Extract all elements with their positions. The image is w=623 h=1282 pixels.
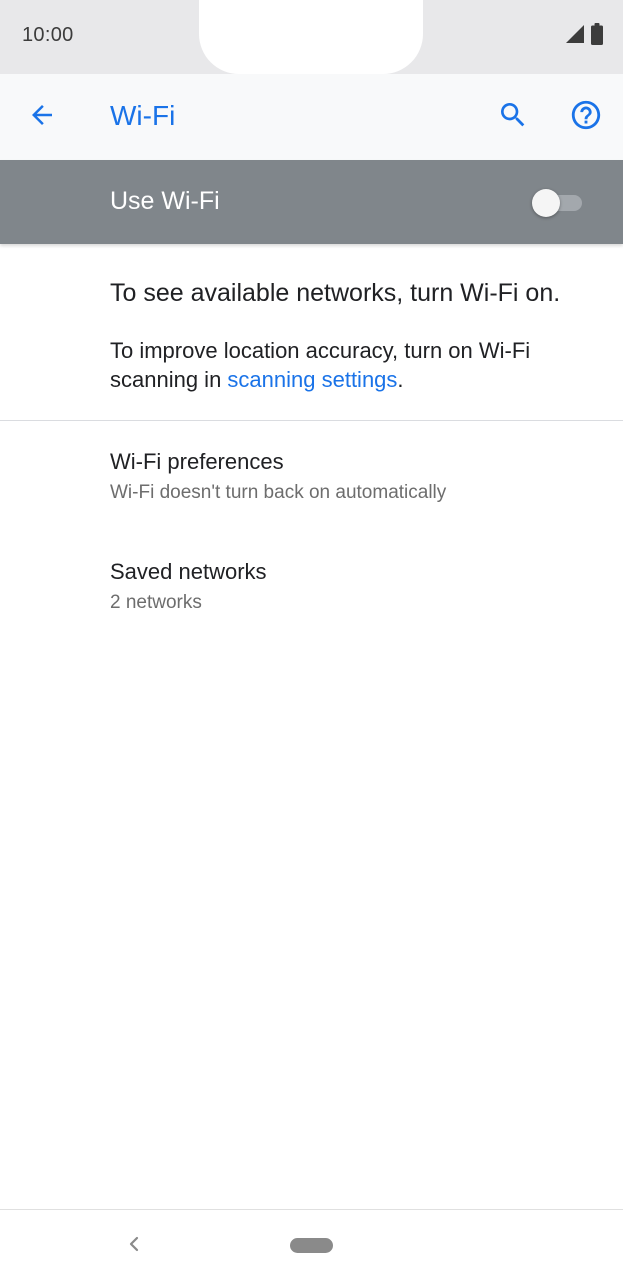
arrow-back-icon [27, 100, 57, 135]
back-button[interactable] [20, 95, 64, 139]
section-divider [0, 420, 623, 421]
nav-back-chevron-icon [126, 1233, 142, 1260]
use-wifi-label: Use Wi-Fi [110, 187, 220, 215]
home-pill-icon[interactable] [290, 1238, 333, 1253]
search-icon [497, 99, 529, 136]
wifi-off-message: To see available networks, turn Wi-Fi on… [110, 279, 561, 307]
scanning-hint-end: . [397, 367, 404, 392]
wifi-settings-screen: 10:00 Wi-Fi Use Wi-Fi To see available n… [0, 0, 623, 1282]
status-bar: 10:00 [0, 0, 623, 74]
pref-summary: Wi-Fi doesn't turn back on automatically [110, 482, 447, 503]
wifi-preferences-item[interactable]: Wi-Fi preferences Wi-Fi doesn't turn bac… [0, 449, 623, 549]
page-title: Wi-Fi [110, 100, 176, 131]
app-bar: Wi-Fi [0, 74, 623, 160]
status-icons [565, 22, 603, 50]
signal-icon [565, 24, 585, 49]
pref-summary: 2 networks [110, 592, 202, 613]
help-circle-icon [569, 98, 603, 137]
pref-title: Wi-Fi preferences [110, 449, 284, 474]
use-wifi-switch-bar[interactable]: Use Wi-Fi [0, 160, 623, 244]
help-button[interactable] [564, 95, 608, 139]
nav-back-button[interactable] [118, 1230, 150, 1262]
battery-icon [591, 22, 603, 50]
camera-notch [199, 0, 423, 74]
saved-networks-item[interactable]: Saved networks 2 networks [0, 559, 623, 659]
system-nav-bar [0, 1210, 623, 1282]
scanning-settings-link[interactable]: scanning settings [227, 367, 397, 392]
toggle-thumb [532, 189, 560, 217]
status-time: 10:00 [22, 24, 74, 46]
wifi-toggle[interactable] [532, 189, 582, 217]
search-button[interactable] [491, 95, 535, 139]
scanning-hint: To improve location accuracy, turn on Wi… [110, 336, 600, 394]
pref-title: Saved networks [110, 559, 267, 584]
